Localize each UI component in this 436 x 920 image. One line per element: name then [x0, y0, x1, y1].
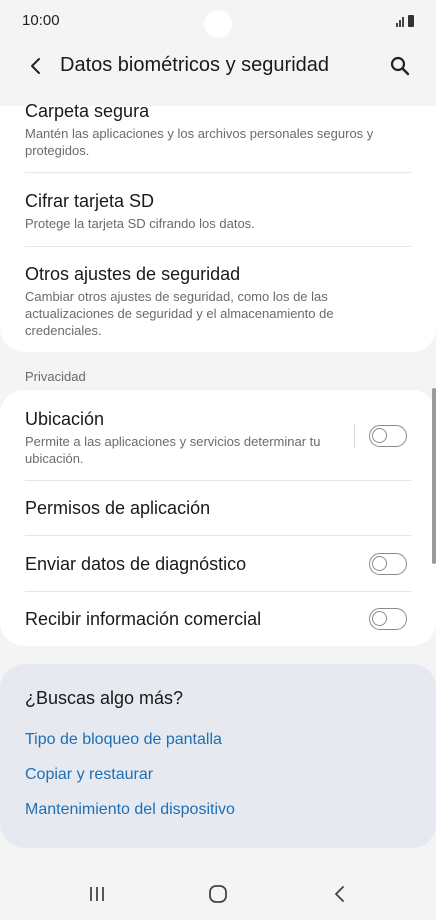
divider: [25, 172, 411, 173]
signal-icon: [399, 20, 401, 27]
search-icon: [390, 56, 410, 76]
app-bar: Datos biométricos y seguridad: [0, 44, 436, 88]
toggle-knob: [372, 611, 387, 626]
screen-lock-link[interactable]: Tipo de bloqueo de pantalla: [25, 731, 222, 749]
status-icons: [396, 13, 414, 27]
app-permissions-title: Permisos de aplicación: [25, 498, 211, 518]
other-security-title: Otros ajustes de seguridad: [25, 264, 241, 284]
battery-icon: [408, 15, 414, 27]
privacy-card: Ubicación Permite a las aplicaciones y s…: [0, 390, 436, 646]
divider: [25, 535, 411, 536]
signal-icon: [396, 23, 398, 27]
other-security-item[interactable]: Otros ajustes de seguridad Cambiar otros…: [25, 263, 411, 339]
encrypt-sd-subtitle: Protege la tarjeta SD cifrando los datos…: [25, 216, 255, 231]
device-care-link[interactable]: Mantenimiento del dispositivo: [25, 801, 235, 819]
status-time: 10:00: [22, 12, 60, 29]
encrypt-sd-title: Cifrar tarjeta SD: [25, 191, 155, 211]
scrollbar[interactable]: [432, 388, 436, 564]
signal-icon: [402, 17, 404, 27]
location-title: Ubicación: [25, 409, 105, 429]
toggle-knob: [372, 428, 387, 443]
nav-back-button[interactable]: [320, 876, 360, 912]
diagnostics-toggle[interactable]: [369, 553, 407, 575]
vertical-separator: [354, 424, 355, 448]
recents-icon: [90, 887, 104, 901]
divider: [25, 591, 411, 592]
chevron-left-icon: [31, 58, 40, 74]
back-button[interactable]: [20, 50, 52, 82]
navigation-bar: [0, 866, 436, 920]
status-bar: 10:00: [0, 0, 436, 40]
divider: [25, 480, 411, 481]
location-toggle[interactable]: [369, 425, 407, 447]
secure-folder-subtitle: Mantén las aplicaciones y los archivos p…: [25, 126, 374, 158]
recents-button[interactable]: [77, 876, 117, 912]
encrypt-sd-item[interactable]: Cifrar tarjeta SD Protege la tarjeta SD …: [25, 190, 411, 232]
app-permissions-item[interactable]: Permisos de aplicación: [25, 497, 411, 519]
diagnostics-title: Enviar datos de diagnóstico: [25, 554, 247, 574]
secure-folder-item[interactable]: Carpeta segura Mantén las aplicaciones y…: [25, 100, 411, 159]
diagnostics-item[interactable]: Enviar datos de diagnóstico: [25, 553, 346, 575]
backup-restore-link[interactable]: Copiar y restaurar: [25, 766, 153, 784]
marketing-item[interactable]: Recibir información comercial: [25, 608, 346, 630]
location-subtitle: Permite a las aplicaciones y servicios d…: [25, 434, 321, 466]
toggle-knob: [372, 556, 387, 571]
location-item[interactable]: Ubicación Permite a las aplicaciones y s…: [25, 408, 346, 467]
suggestions-title: ¿Buscas algo más?: [25, 688, 184, 708]
privacy-section-header: Privacidad: [25, 369, 86, 384]
search-button[interactable]: [384, 50, 416, 82]
nav-back-icon: [335, 886, 344, 902]
marketing-title: Recibir información comercial: [25, 609, 262, 629]
marketing-toggle[interactable]: [369, 608, 407, 630]
security-card: Carpeta segura Mantén las aplicaciones y…: [0, 101, 436, 352]
home-button[interactable]: [198, 876, 238, 912]
home-icon: [209, 885, 227, 903]
secure-folder-title: Carpeta segura: [25, 101, 150, 121]
camera-cutout: [204, 10, 232, 38]
other-security-subtitle: Cambiar otros ajustes de seguridad, como…: [25, 289, 334, 338]
divider: [25, 246, 411, 247]
page-title: Datos biométricos y seguridad: [60, 54, 330, 76]
